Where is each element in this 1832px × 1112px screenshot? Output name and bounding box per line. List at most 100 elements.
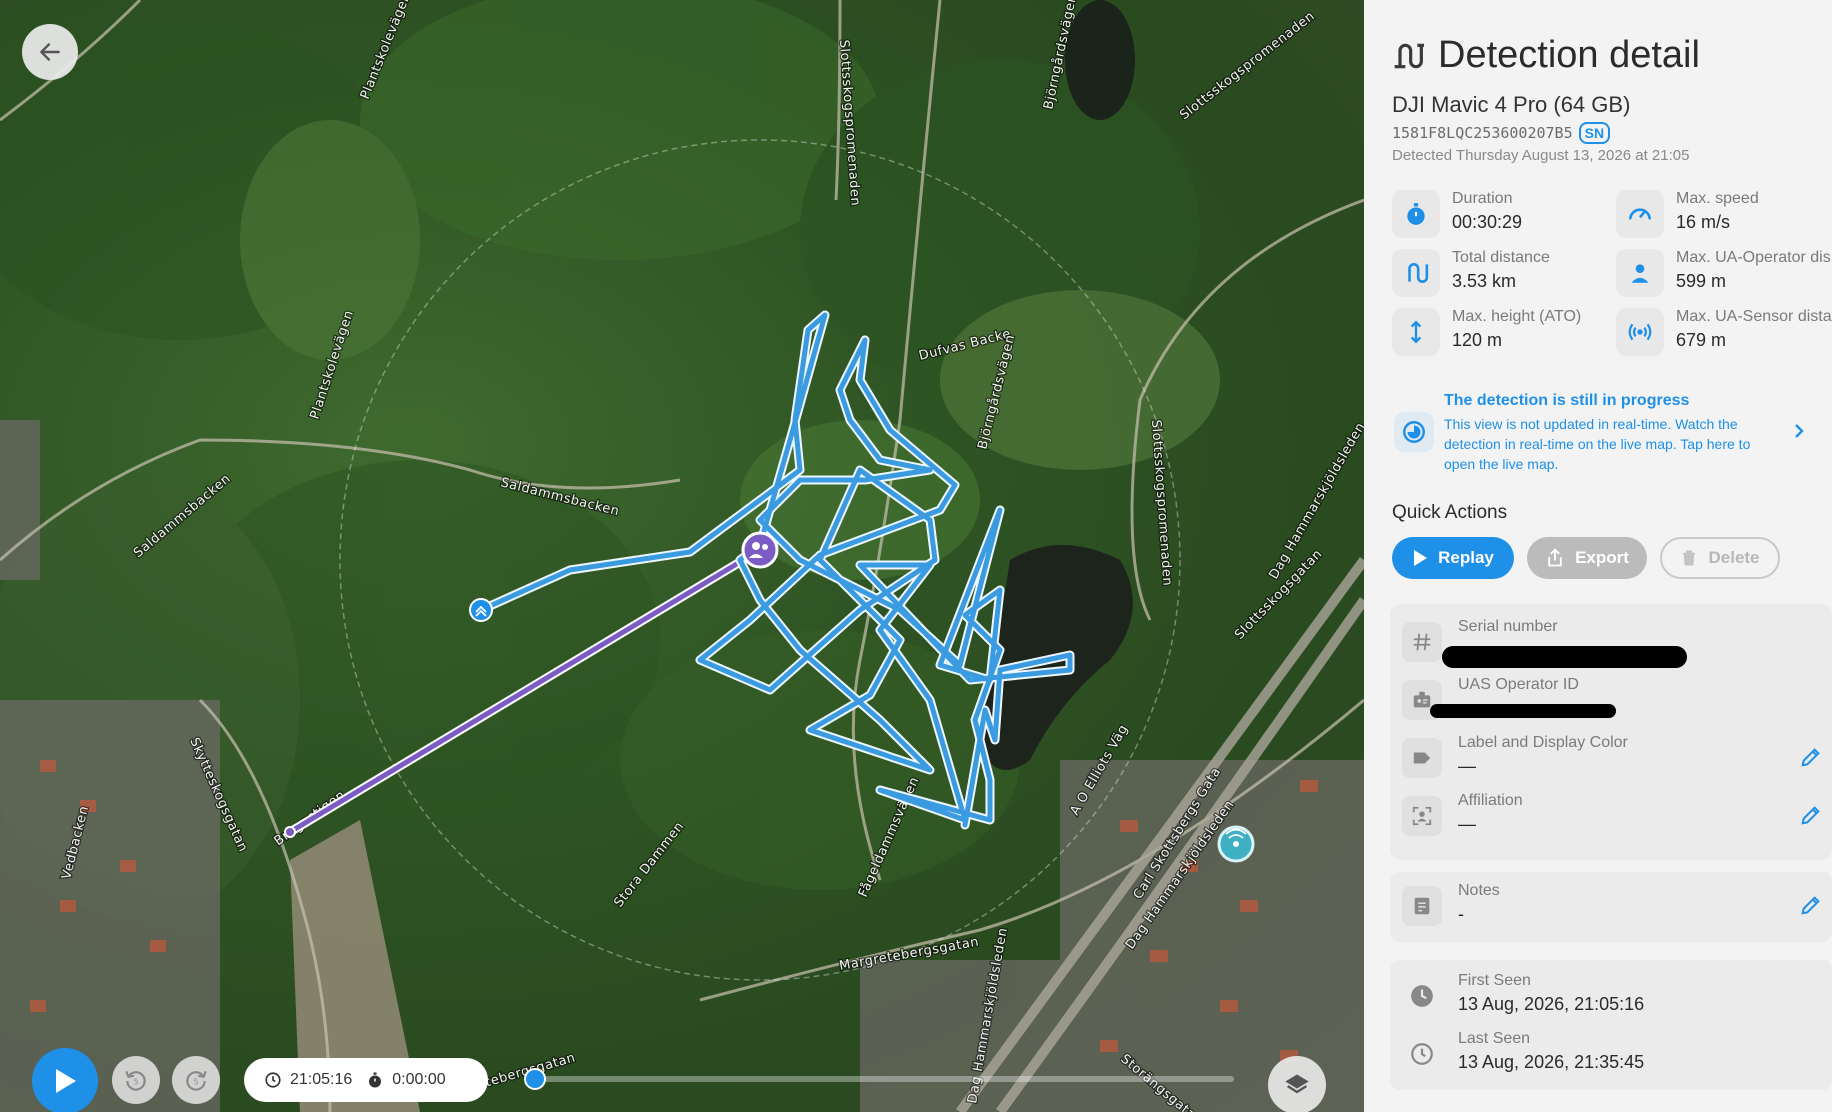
- road-label: Slottsskogspromenaden: [1177, 9, 1318, 123]
- notice-body: This view is not updated in real-time. W…: [1444, 416, 1751, 472]
- stat-label: Total distance: [1452, 249, 1550, 266]
- replay-label: Replay: [1438, 548, 1494, 567]
- replay-button[interactable]: Replay: [1392, 537, 1514, 579]
- stat-label: Max. UA-Operator dis: [1676, 249, 1831, 266]
- play-button[interactable]: [32, 1048, 98, 1112]
- person-icon: [1631, 264, 1649, 283]
- stat-value: 120 m: [1452, 330, 1503, 350]
- route-icon: [1408, 263, 1429, 283]
- drone-start-marker: [469, 598, 493, 622]
- stat-total-distance: Total distance 3.53 km: [1392, 245, 1608, 301]
- play-icon: [56, 1069, 76, 1093]
- stat-label: Max. speed: [1676, 190, 1759, 207]
- speedometer-icon: [1628, 208, 1652, 220]
- rewind-button[interactable]: 5: [112, 1056, 160, 1104]
- notes-icon: [1414, 897, 1430, 915]
- field-label: Last Seen: [1458, 1030, 1531, 1047]
- field-value: —: [1458, 756, 1476, 776]
- stat-max-ua-sensor: Max. UA-Sensor dista 679 m: [1616, 304, 1832, 360]
- layers-icon: [1285, 1074, 1309, 1094]
- field-label-color: Label and Display Color —: [1402, 734, 1822, 784]
- stat-value: 00:30:29: [1452, 212, 1523, 232]
- edit-notes-button[interactable]: [1800, 894, 1822, 916]
- identity-card: Serial number UAS Operator ID Label and …: [1390, 604, 1832, 860]
- map-view[interactable]: Plantskolevägen Plantskolevägen Saldammsba…: [0, 0, 1364, 1112]
- field-uas-operator-id: UAS Operator ID: [1402, 676, 1822, 726]
- notice-title: The detection is still in progress: [1444, 392, 1690, 409]
- export-label: Export: [1575, 548, 1629, 567]
- map-layers-button[interactable]: [1268, 1056, 1326, 1112]
- stat-value: 16 m/s: [1676, 212, 1731, 232]
- stat-max-height: Max. height (ATO) 120 m: [1392, 304, 1608, 360]
- edit-affiliation-button[interactable]: [1800, 804, 1822, 826]
- timeline-scrubber[interactable]: [524, 1068, 546, 1090]
- clock-time: 21:05:16: [290, 1071, 353, 1088]
- stat-value: 599 m: [1676, 271, 1727, 291]
- operator-marker: [741, 531, 779, 569]
- sensor-marker: [1217, 825, 1255, 863]
- serial-number: 1581F8LQC253600207B5: [1392, 124, 1573, 142]
- serial-row: 1581F8LQC253600207B5 SN: [1392, 122, 1611, 144]
- page-title: Detection detail: [1438, 34, 1700, 76]
- field-affiliation: Affiliation —: [1402, 792, 1822, 842]
- map-base: PlantskolevägenPlantskolevägenSaldammsba…: [0, 0, 1364, 1112]
- svg-text:5: 5: [134, 1077, 139, 1086]
- stat-label: Duration: [1452, 190, 1513, 207]
- arrow-left-icon: [40, 43, 60, 61]
- stat-max-speed: Max. speed 16 m/s: [1616, 186, 1832, 242]
- field-value: —: [1458, 814, 1476, 834]
- scan-face-icon: [1412, 806, 1432, 826]
- play-icon: [1414, 550, 1428, 566]
- field-value: 13 Aug, 2026, 21:05:16: [1458, 994, 1645, 1014]
- notes-card: Notes -: [1390, 872, 1832, 942]
- detected-timestamp: Detected Thursday August 13, 2026 at 21:…: [1392, 147, 1690, 164]
- field-label: UAS Operator ID: [1458, 676, 1579, 693]
- clock-icon: [265, 1072, 281, 1088]
- panel-header: Detection detail: [1392, 34, 1700, 77]
- stopwatch-icon: [369, 1072, 382, 1088]
- chevron-right-icon: [1795, 424, 1804, 438]
- height-icon: [1410, 320, 1422, 344]
- progress-clock-icon: [1403, 421, 1425, 443]
- clock-icon: [1411, 985, 1433, 1007]
- field-notes: Notes -: [1402, 882, 1822, 932]
- sn-badge: SN: [1578, 122, 1611, 144]
- live-detection-notice[interactable]: The detection is still in progress This …: [1390, 380, 1810, 480]
- edit-label-color-button[interactable]: [1800, 746, 1822, 768]
- field-label: Label and Display Color: [1458, 734, 1628, 751]
- sensor-icon: [1628, 323, 1652, 341]
- delete-label: Delete: [1708, 548, 1760, 567]
- quick-actions-title: Quick Actions: [1392, 502, 1508, 523]
- field-label: First Seen: [1458, 972, 1531, 989]
- back-button[interactable]: [22, 24, 78, 80]
- field-serial-number: Serial number: [1402, 618, 1822, 668]
- redaction-mark: [1430, 704, 1616, 718]
- road-label: Stora Dammen: [611, 819, 687, 910]
- fast-forward-button[interactable]: 5: [172, 1056, 220, 1104]
- redaction-mark: [1442, 646, 1687, 668]
- stat-duration: Duration 00:30:29: [1392, 186, 1608, 242]
- detection-detail-panel: Detection detail DJI Mavic 4 Pro (64 GB)…: [1364, 0, 1832, 1112]
- stat-max-ua-operator: Max. UA-Operator dis 599 m: [1616, 245, 1832, 301]
- stat-label: Max. height (ATO): [1452, 308, 1582, 325]
- svg-text:5: 5: [194, 1077, 199, 1086]
- stopwatch-icon: [1407, 203, 1425, 225]
- share-icon: [1548, 548, 1562, 567]
- device-name: DJI Mavic 4 Pro (64 GB): [1392, 92, 1631, 117]
- rewind-icon: 5: [125, 1070, 146, 1091]
- delete-button[interactable]: Delete: [1660, 537, 1780, 579]
- trash-icon: [1683, 550, 1696, 566]
- playback-time-display: 21:05:16 0:00:00: [244, 1058, 488, 1102]
- seen-times-card: First Seen 13 Aug, 2026, 21:05:16 Last S…: [1390, 960, 1832, 1090]
- elapsed-time: 0:00:00: [392, 1071, 446, 1088]
- tag-icon: [1413, 752, 1431, 764]
- field-first-seen: First Seen 13 Aug, 2026, 21:05:16: [1402, 972, 1822, 1022]
- stat-value: 679 m: [1676, 330, 1727, 350]
- field-value: -: [1458, 904, 1464, 924]
- export-button[interactable]: Export: [1527, 537, 1647, 579]
- stat-label: Max. UA-Sensor dista: [1676, 308, 1832, 325]
- field-last-seen: Last Seen 13 Aug, 2026, 21:35:45: [1402, 1030, 1822, 1080]
- field-label: Affiliation: [1458, 792, 1523, 809]
- stat-value: 3.53 km: [1452, 271, 1517, 291]
- timeline-track[interactable]: [534, 1076, 1234, 1082]
